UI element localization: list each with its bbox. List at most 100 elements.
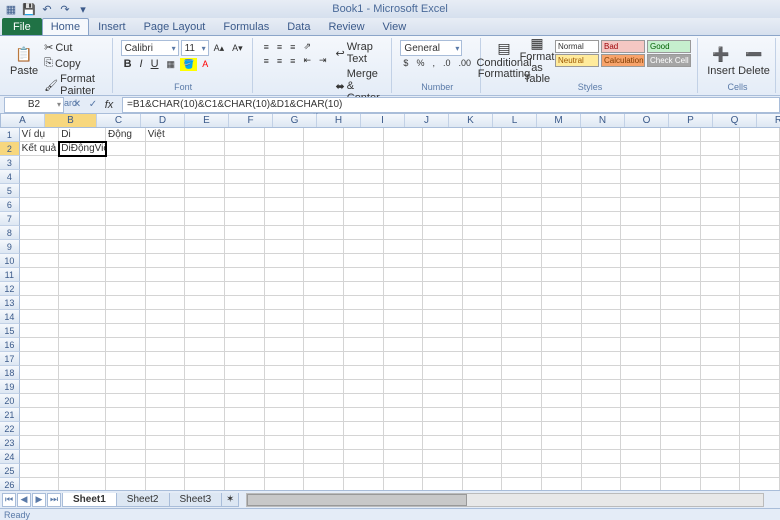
cell-E17[interactable] [185, 352, 225, 366]
cell-P5[interactable] [621, 184, 661, 198]
cell-O25[interactable] [582, 464, 622, 478]
cell-I15[interactable] [344, 324, 384, 338]
cell-N8[interactable] [542, 226, 582, 240]
cell-A15[interactable] [20, 324, 60, 338]
cell-O17[interactable] [582, 352, 622, 366]
cell-F26[interactable] [225, 478, 265, 490]
cell-F20[interactable] [225, 394, 265, 408]
cell-S25[interactable] [740, 464, 780, 478]
cell-K3[interactable] [423, 156, 463, 170]
cell-C3[interactable] [106, 156, 146, 170]
cell-C6[interactable] [106, 198, 146, 212]
cell-S14[interactable] [740, 310, 780, 324]
cell-N1[interactable] [542, 128, 582, 142]
cell-Q2[interactable] [661, 142, 701, 156]
cell-S24[interactable] [740, 450, 780, 464]
cell-R2[interactable] [701, 142, 741, 156]
cell-A3[interactable] [20, 156, 60, 170]
cell-I22[interactable] [344, 422, 384, 436]
cell-E16[interactable] [185, 338, 225, 352]
cell-S26[interactable] [740, 478, 780, 490]
cell-I13[interactable] [344, 296, 384, 310]
cell-R11[interactable] [701, 268, 741, 282]
cell-G9[interactable] [265, 240, 305, 254]
cell-N2[interactable] [542, 142, 582, 156]
cell-C18[interactable] [106, 366, 146, 380]
cell-S13[interactable] [740, 296, 780, 310]
cell-D15[interactable] [146, 324, 186, 338]
row-header-15[interactable]: 15 [0, 324, 20, 338]
cell-L10[interactable] [463, 254, 503, 268]
cell-I21[interactable] [344, 408, 384, 422]
cell-K5[interactable] [423, 184, 463, 198]
wrap-text-button[interactable]: ↩Wrap Text [333, 40, 386, 66]
underline-button[interactable]: U [148, 57, 162, 71]
cell-F16[interactable] [225, 338, 265, 352]
cell-A24[interactable] [20, 450, 60, 464]
cell-O4[interactable] [582, 170, 622, 184]
cell-E6[interactable] [185, 198, 225, 212]
cell-L12[interactable] [463, 282, 503, 296]
cell-R9[interactable] [701, 240, 741, 254]
cell-G3[interactable] [265, 156, 305, 170]
fx-icon[interactable]: fx [102, 98, 116, 112]
qat-dropdown-icon[interactable]: ▾ [76, 2, 90, 16]
row-header-7[interactable]: 7 [0, 212, 20, 226]
row-header-4[interactable]: 4 [0, 170, 20, 184]
cell-G22[interactable] [265, 422, 305, 436]
cell-P8[interactable] [621, 226, 661, 240]
cell-L25[interactable] [463, 464, 503, 478]
align-middle-icon[interactable]: ≡ [274, 41, 285, 53]
cell-C15[interactable] [106, 324, 146, 338]
cell-M23[interactable] [502, 436, 542, 450]
cell-R25[interactable] [701, 464, 741, 478]
cell-J26[interactable] [384, 478, 424, 490]
col-header-J[interactable]: J [405, 114, 449, 127]
cell-J19[interactable] [384, 380, 424, 394]
cell-N19[interactable] [542, 380, 582, 394]
cell-F13[interactable] [225, 296, 265, 310]
cell-F23[interactable] [225, 436, 265, 450]
cell-I9[interactable] [344, 240, 384, 254]
row-header-14[interactable]: 14 [0, 310, 20, 324]
cell-S23[interactable] [740, 436, 780, 450]
row-header-23[interactable]: 23 [0, 436, 20, 450]
cell-E8[interactable] [185, 226, 225, 240]
conditional-formatting-button[interactable]: ▤Conditional Formatting [489, 40, 519, 80]
cell-H21[interactable] [304, 408, 344, 422]
align-left-icon[interactable]: ≡ [261, 55, 272, 67]
cell-S19[interactable] [740, 380, 780, 394]
cell-S6[interactable] [740, 198, 780, 212]
cell-L23[interactable] [463, 436, 503, 450]
cell-H10[interactable] [304, 254, 344, 268]
cell-I14[interactable] [344, 310, 384, 324]
cell-S22[interactable] [740, 422, 780, 436]
cell-B3[interactable] [59, 156, 106, 170]
row-header-3[interactable]: 3 [0, 156, 20, 170]
cell-R22[interactable] [701, 422, 741, 436]
cell-P26[interactable] [621, 478, 661, 490]
cell-Q5[interactable] [661, 184, 701, 198]
col-header-B[interactable]: B [45, 114, 97, 127]
cell-E15[interactable] [185, 324, 225, 338]
paste-button[interactable]: 📋Paste [10, 40, 38, 80]
cell-E11[interactable] [185, 268, 225, 282]
cell-K18[interactable] [423, 366, 463, 380]
cell-I20[interactable] [344, 394, 384, 408]
cell-R18[interactable] [701, 366, 741, 380]
cell-O26[interactable] [582, 478, 622, 490]
cell-O22[interactable] [582, 422, 622, 436]
cell-J12[interactable] [384, 282, 424, 296]
cell-P10[interactable] [621, 254, 661, 268]
cell-J11[interactable] [384, 268, 424, 282]
cell-S1[interactable] [740, 128, 780, 142]
cell-L22[interactable] [463, 422, 503, 436]
row-header-19[interactable]: 19 [0, 380, 20, 394]
cell-A22[interactable] [20, 422, 60, 436]
cell-L17[interactable] [463, 352, 503, 366]
cell-C14[interactable] [106, 310, 146, 324]
cell-I26[interactable] [344, 478, 384, 490]
cell-Q4[interactable] [661, 170, 701, 184]
cell-Q17[interactable] [661, 352, 701, 366]
cell-F25[interactable] [225, 464, 265, 478]
